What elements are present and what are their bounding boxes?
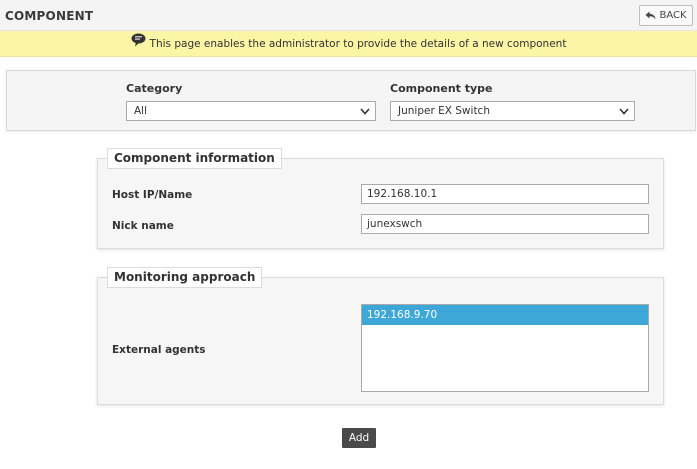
component-information-legend: Component information	[107, 148, 282, 169]
agent-list-item[interactable]: 192.168.9.70	[362, 305, 648, 325]
component-type-select[interactable]: Juniper EX Switch	[390, 101, 635, 121]
category-label: Category	[126, 82, 183, 95]
info-message: This page enables the administrator to p…	[149, 37, 567, 50]
monitoring-approach-legend: Monitoring approach	[107, 267, 263, 288]
monitoring-approach-section: Monitoring approach External agents 192.…	[97, 267, 664, 405]
back-button[interactable]: BACK	[639, 5, 693, 26]
host-ip-field[interactable]: 192.168.10.1	[361, 184, 649, 204]
category-select[interactable]: All	[126, 101, 376, 121]
chevron-down-icon	[360, 108, 370, 115]
back-button-label: BACK	[659, 10, 687, 21]
nick-name-field[interactable]: junexswch	[361, 214, 649, 234]
add-button[interactable]: Add	[342, 428, 376, 448]
nick-name-label: Nick name	[112, 220, 174, 232]
chevron-down-icon	[619, 108, 629, 115]
filter-panel: Category All Component type Juniper EX S…	[6, 70, 696, 131]
external-agents-list[interactable]: 192.168.9.70	[361, 304, 649, 392]
back-arrow-icon	[645, 11, 656, 20]
page-header: COMPONENT BACK	[0, 0, 697, 31]
info-bar: This page enables the administrator to p…	[0, 31, 697, 57]
host-ip-label: Host IP/Name	[112, 189, 193, 201]
external-agents-label: External agents	[112, 344, 206, 356]
component-type-label: Component type	[390, 82, 493, 95]
component-type-select-value: Juniper EX Switch	[398, 105, 490, 117]
component-information-section: Component information Host IP/Name 192.1…	[97, 148, 664, 249]
category-select-value: All	[134, 105, 148, 117]
page-title: COMPONENT	[5, 9, 94, 23]
speech-bubble-icon	[131, 33, 146, 46]
